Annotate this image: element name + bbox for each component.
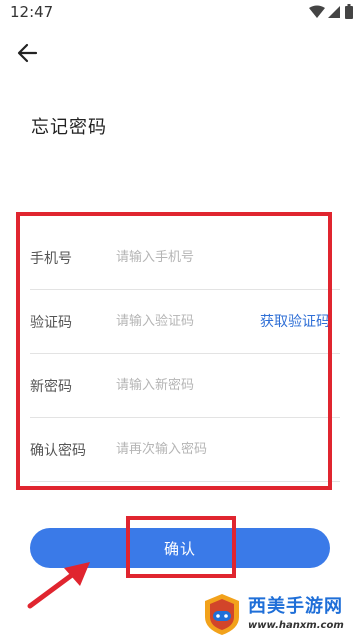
watermark-url: www.hanxm.com bbox=[248, 620, 344, 631]
annotation-highlight-form bbox=[16, 212, 332, 490]
status-time: 12:47 bbox=[10, 3, 54, 21]
signal-icon bbox=[328, 6, 340, 18]
watermark: 西美手游网 www.hanxm.com bbox=[202, 592, 358, 638]
annotation-arrow-icon bbox=[27, 562, 90, 609]
back-arrow-icon[interactable] bbox=[14, 40, 42, 66]
status-bar: 12:47 bbox=[0, 0, 360, 26]
wifi-icon bbox=[309, 5, 325, 18]
watermark-title: 西美手游网 bbox=[248, 596, 343, 617]
annotation-highlight-button bbox=[126, 516, 236, 578]
watermark-logo bbox=[205, 594, 239, 635]
battery-icon bbox=[345, 4, 353, 19]
page-title: 忘记密码 bbox=[31, 117, 107, 138]
